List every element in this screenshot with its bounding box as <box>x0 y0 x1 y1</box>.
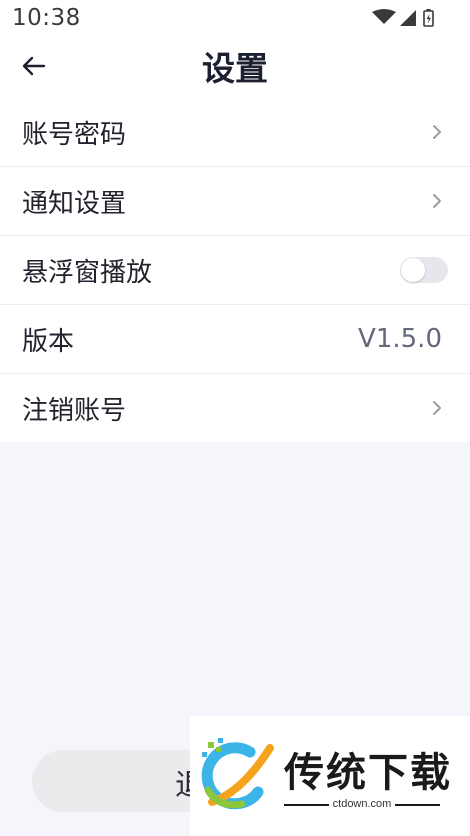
settings-item-label: 悬浮窗播放 <box>22 257 153 288</box>
settings-list: 账号密码 通知设置 悬浮窗播放 版本 V1.5.0 注销账号 <box>0 98 470 442</box>
battery-icon <box>423 9 434 27</box>
status-bar: 10:38 <box>0 0 470 40</box>
floating-window-toggle[interactable] <box>400 257 448 283</box>
settings-item-label: 账号密码 <box>22 119 127 150</box>
toggle-knob <box>401 258 425 282</box>
version-value: V1.5.0 <box>358 324 442 354</box>
settings-item-notifications[interactable]: 通知设置 <box>0 167 470 236</box>
settings-item-version: 版本 V1.5.0 <box>0 305 470 374</box>
settings-item-label: 注销账号 <box>22 395 127 426</box>
settings-item-delete-account[interactable]: 注销账号 <box>0 374 470 442</box>
status-icons <box>366 8 436 28</box>
wifi-icon <box>372 9 396 24</box>
settings-item-floating-window: 悬浮窗播放 <box>0 236 470 305</box>
signal-icon <box>400 10 416 26</box>
watermark-domain-wrap: ctdown.com <box>284 798 440 810</box>
watermark-domain: ctdown.com <box>328 798 396 810</box>
settings-item-account-password[interactable]: 账号密码 <box>0 98 470 167</box>
chevron-right-icon <box>433 125 441 139</box>
settings-item-label: 通知设置 <box>22 188 127 219</box>
settings-item-label: 版本 <box>22 326 75 357</box>
page-title: 设置 <box>202 49 268 88</box>
watermark: 传统下载 ctdown.com <box>190 716 470 836</box>
chevron-right-icon <box>433 401 441 415</box>
status-time: 10:38 <box>12 5 81 31</box>
watermark-name: 传统下载 <box>284 750 452 796</box>
header: 设置 <box>0 40 470 98</box>
watermark-logo-icon <box>201 738 274 810</box>
chevron-right-icon <box>433 194 441 208</box>
